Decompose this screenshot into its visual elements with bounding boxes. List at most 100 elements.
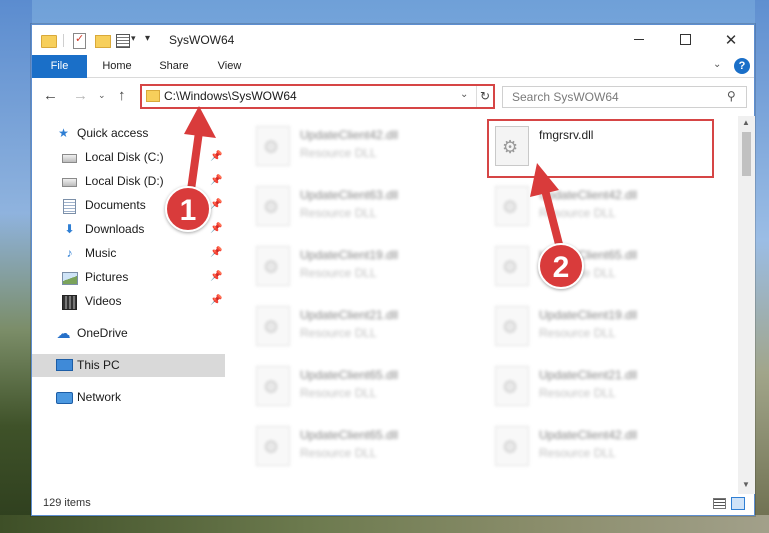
forward-button[interactable]: → xyxy=(73,87,88,104)
customize-toolbar-icon[interactable]: ▾ xyxy=(145,33,150,44)
scroll-up-icon[interactable]: ▲ xyxy=(742,118,750,127)
dll-file-icon xyxy=(495,426,529,466)
address-bar[interactable]: C:\Windows\SysWOW64 ⌄ ↻ xyxy=(140,84,495,109)
sidebar-item-music[interactable]: ♪ Music 📌 xyxy=(32,242,225,265)
sidebar-item-label: Local Disk (C:) xyxy=(85,150,164,164)
videos-icon xyxy=(62,295,77,308)
file-name: UpdateClient65.dll xyxy=(300,368,399,382)
maximize-button[interactable] xyxy=(662,25,708,54)
refresh-button[interactable]: ↻ xyxy=(476,86,493,107)
this-pc-icon xyxy=(56,359,71,372)
properties-icon[interactable] xyxy=(72,32,86,49)
address-dropdown-icon[interactable]: ⌄ xyxy=(460,89,468,100)
search-icon[interactable]: ⚲ xyxy=(727,89,736,103)
pin-icon[interactable]: 📌 xyxy=(210,271,222,282)
sidebar-item-label: Videos xyxy=(85,294,122,308)
help-icon[interactable]: ? xyxy=(734,58,750,74)
up-button[interactable]: ↑ xyxy=(118,87,126,104)
dll-file-icon xyxy=(495,126,529,166)
file-list: UpdateClient42.dll Resource DLL UpdateCl… xyxy=(238,116,738,494)
dll-file-icon xyxy=(256,426,290,466)
sidebar-item-label: OneDrive xyxy=(77,326,128,340)
dll-file-icon xyxy=(256,126,290,166)
title-bar: ▾ ▾ SysWOW64 ✕ xyxy=(32,25,754,55)
scroll-thumb[interactable] xyxy=(742,132,751,176)
search-input[interactable]: Search SysWOW64 ⚲ xyxy=(502,86,747,108)
sidebar-item-label: Pictures xyxy=(85,270,129,284)
file-item[interactable]: UpdateClient19.dll Resource DLL xyxy=(248,240,468,295)
desktop-background-left xyxy=(0,0,32,533)
dll-file-icon xyxy=(256,246,290,286)
dll-file-icon xyxy=(256,366,290,406)
sidebar-item-label: This PC xyxy=(77,358,120,372)
pin-icon[interactable]: 📌 xyxy=(210,175,222,186)
drive-icon xyxy=(62,154,77,163)
file-explorer-window: ▾ ▾ SysWOW64 ✕ File Home Share View ⌄ ? … xyxy=(31,24,755,516)
tab-share[interactable]: Share xyxy=(149,55,199,78)
sidebar-item-network[interactable]: Network xyxy=(32,386,225,409)
file-name: fmgrsrv.dll xyxy=(539,128,594,142)
file-type: Resource DLL xyxy=(300,266,377,280)
minimize-button[interactable] xyxy=(616,25,662,54)
file-item[interactable]: UpdateClient42.dll Resource DLL xyxy=(487,420,707,475)
file-item[interactable]: UpdateClient21.dll Resource DLL xyxy=(487,360,707,415)
scroll-down-icon[interactable]: ▼ xyxy=(742,480,750,489)
dll-file-icon xyxy=(495,366,529,406)
vertical-scrollbar[interactable]: ▲ ▼ xyxy=(738,116,755,494)
pin-icon[interactable]: 📌 xyxy=(210,199,222,210)
music-icon: ♪ xyxy=(66,246,73,260)
toolbar-separator xyxy=(63,34,64,47)
file-type: Resource DLL xyxy=(539,386,616,400)
callout-step-1: 1 xyxy=(165,186,211,232)
file-name: UpdateClient21.dll xyxy=(539,368,638,382)
rename-icon[interactable] xyxy=(116,33,130,48)
details-view-icon[interactable] xyxy=(713,498,726,509)
file-item[interactable]: UpdateClient65.dll Resource DLL xyxy=(248,360,468,415)
sidebar-item-pictures[interactable]: Pictures 📌 xyxy=(32,266,225,289)
sidebar-item-local-disk-c[interactable]: Local Disk (C:) 📌 xyxy=(32,146,225,169)
file-name: UpdateClient42.dll xyxy=(539,188,638,202)
close-button[interactable]: ✕ xyxy=(708,25,754,54)
sidebar-item-this-pc[interactable]: This PC xyxy=(32,354,225,377)
tab-file[interactable]: File xyxy=(32,55,87,78)
folder-icon[interactable] xyxy=(41,33,57,48)
file-name: UpdateClient21.dll xyxy=(300,308,399,322)
back-button[interactable]: ← xyxy=(43,87,58,104)
expand-ribbon-icon[interactable]: ⌄ xyxy=(713,59,721,70)
sidebar-item-onedrive[interactable]: ☁ OneDrive xyxy=(32,322,225,345)
dll-file-icon xyxy=(495,186,529,226)
tab-view[interactable]: View xyxy=(207,55,252,78)
file-item[interactable]: UpdateClient63.dll Resource DLL xyxy=(248,180,468,235)
file-type: Resource DLL xyxy=(539,206,616,220)
sidebar-item-videos[interactable]: Videos 📌 xyxy=(32,290,225,313)
pin-icon[interactable]: 📌 xyxy=(210,223,222,234)
large-icons-view-icon[interactable] xyxy=(731,497,745,510)
ribbon-tabs: File Home Share View ⌄ ? xyxy=(32,55,754,78)
file-type: Resource DLL xyxy=(539,326,616,340)
file-type: Resource DLL xyxy=(300,206,377,220)
pin-icon[interactable]: 📌 xyxy=(210,151,222,162)
address-folder-icon xyxy=(146,90,160,102)
file-name: UpdateClient42.dll xyxy=(300,128,399,142)
file-item[interactable]: UpdateClient19.dll Resource DLL xyxy=(487,300,707,355)
pin-icon[interactable]: 📌 xyxy=(210,247,222,258)
file-name: UpdateClient19.dll xyxy=(300,248,399,262)
file-item[interactable]: UpdateClient21.dll Resource DLL xyxy=(248,300,468,355)
quick-access-dropdown-icon[interactable]: ▾ xyxy=(131,33,136,44)
new-folder-icon[interactable] xyxy=(95,33,111,48)
file-item[interactable]: UpdateClient65.dll Resource DLL xyxy=(248,420,468,475)
file-name: UpdateClient63.dll xyxy=(300,188,399,202)
pin-icon[interactable]: 📌 xyxy=(210,295,222,306)
sidebar-item-quick-access[interactable]: ★ Quick access xyxy=(32,122,225,145)
status-bar: 129 items xyxy=(32,494,754,515)
address-path[interactable]: C:\Windows\SysWOW64 xyxy=(164,89,297,103)
file-type: Resource DLL xyxy=(300,446,377,460)
file-item[interactable]: UpdateClient42.dll Resource DLL xyxy=(248,120,468,175)
file-item-fmgrsrv[interactable]: fmgrsrv.dll xyxy=(487,120,707,175)
file-item[interactable]: UpdateClient65.dll Resource DLL xyxy=(487,240,707,295)
desktop-background-right xyxy=(755,0,769,533)
dll-file-icon xyxy=(256,306,290,346)
recent-locations-icon[interactable]: ⌄ xyxy=(98,90,106,101)
file-item[interactable]: UpdateClient42.dll Resource DLL xyxy=(487,180,707,235)
tab-home[interactable]: Home xyxy=(92,55,142,78)
